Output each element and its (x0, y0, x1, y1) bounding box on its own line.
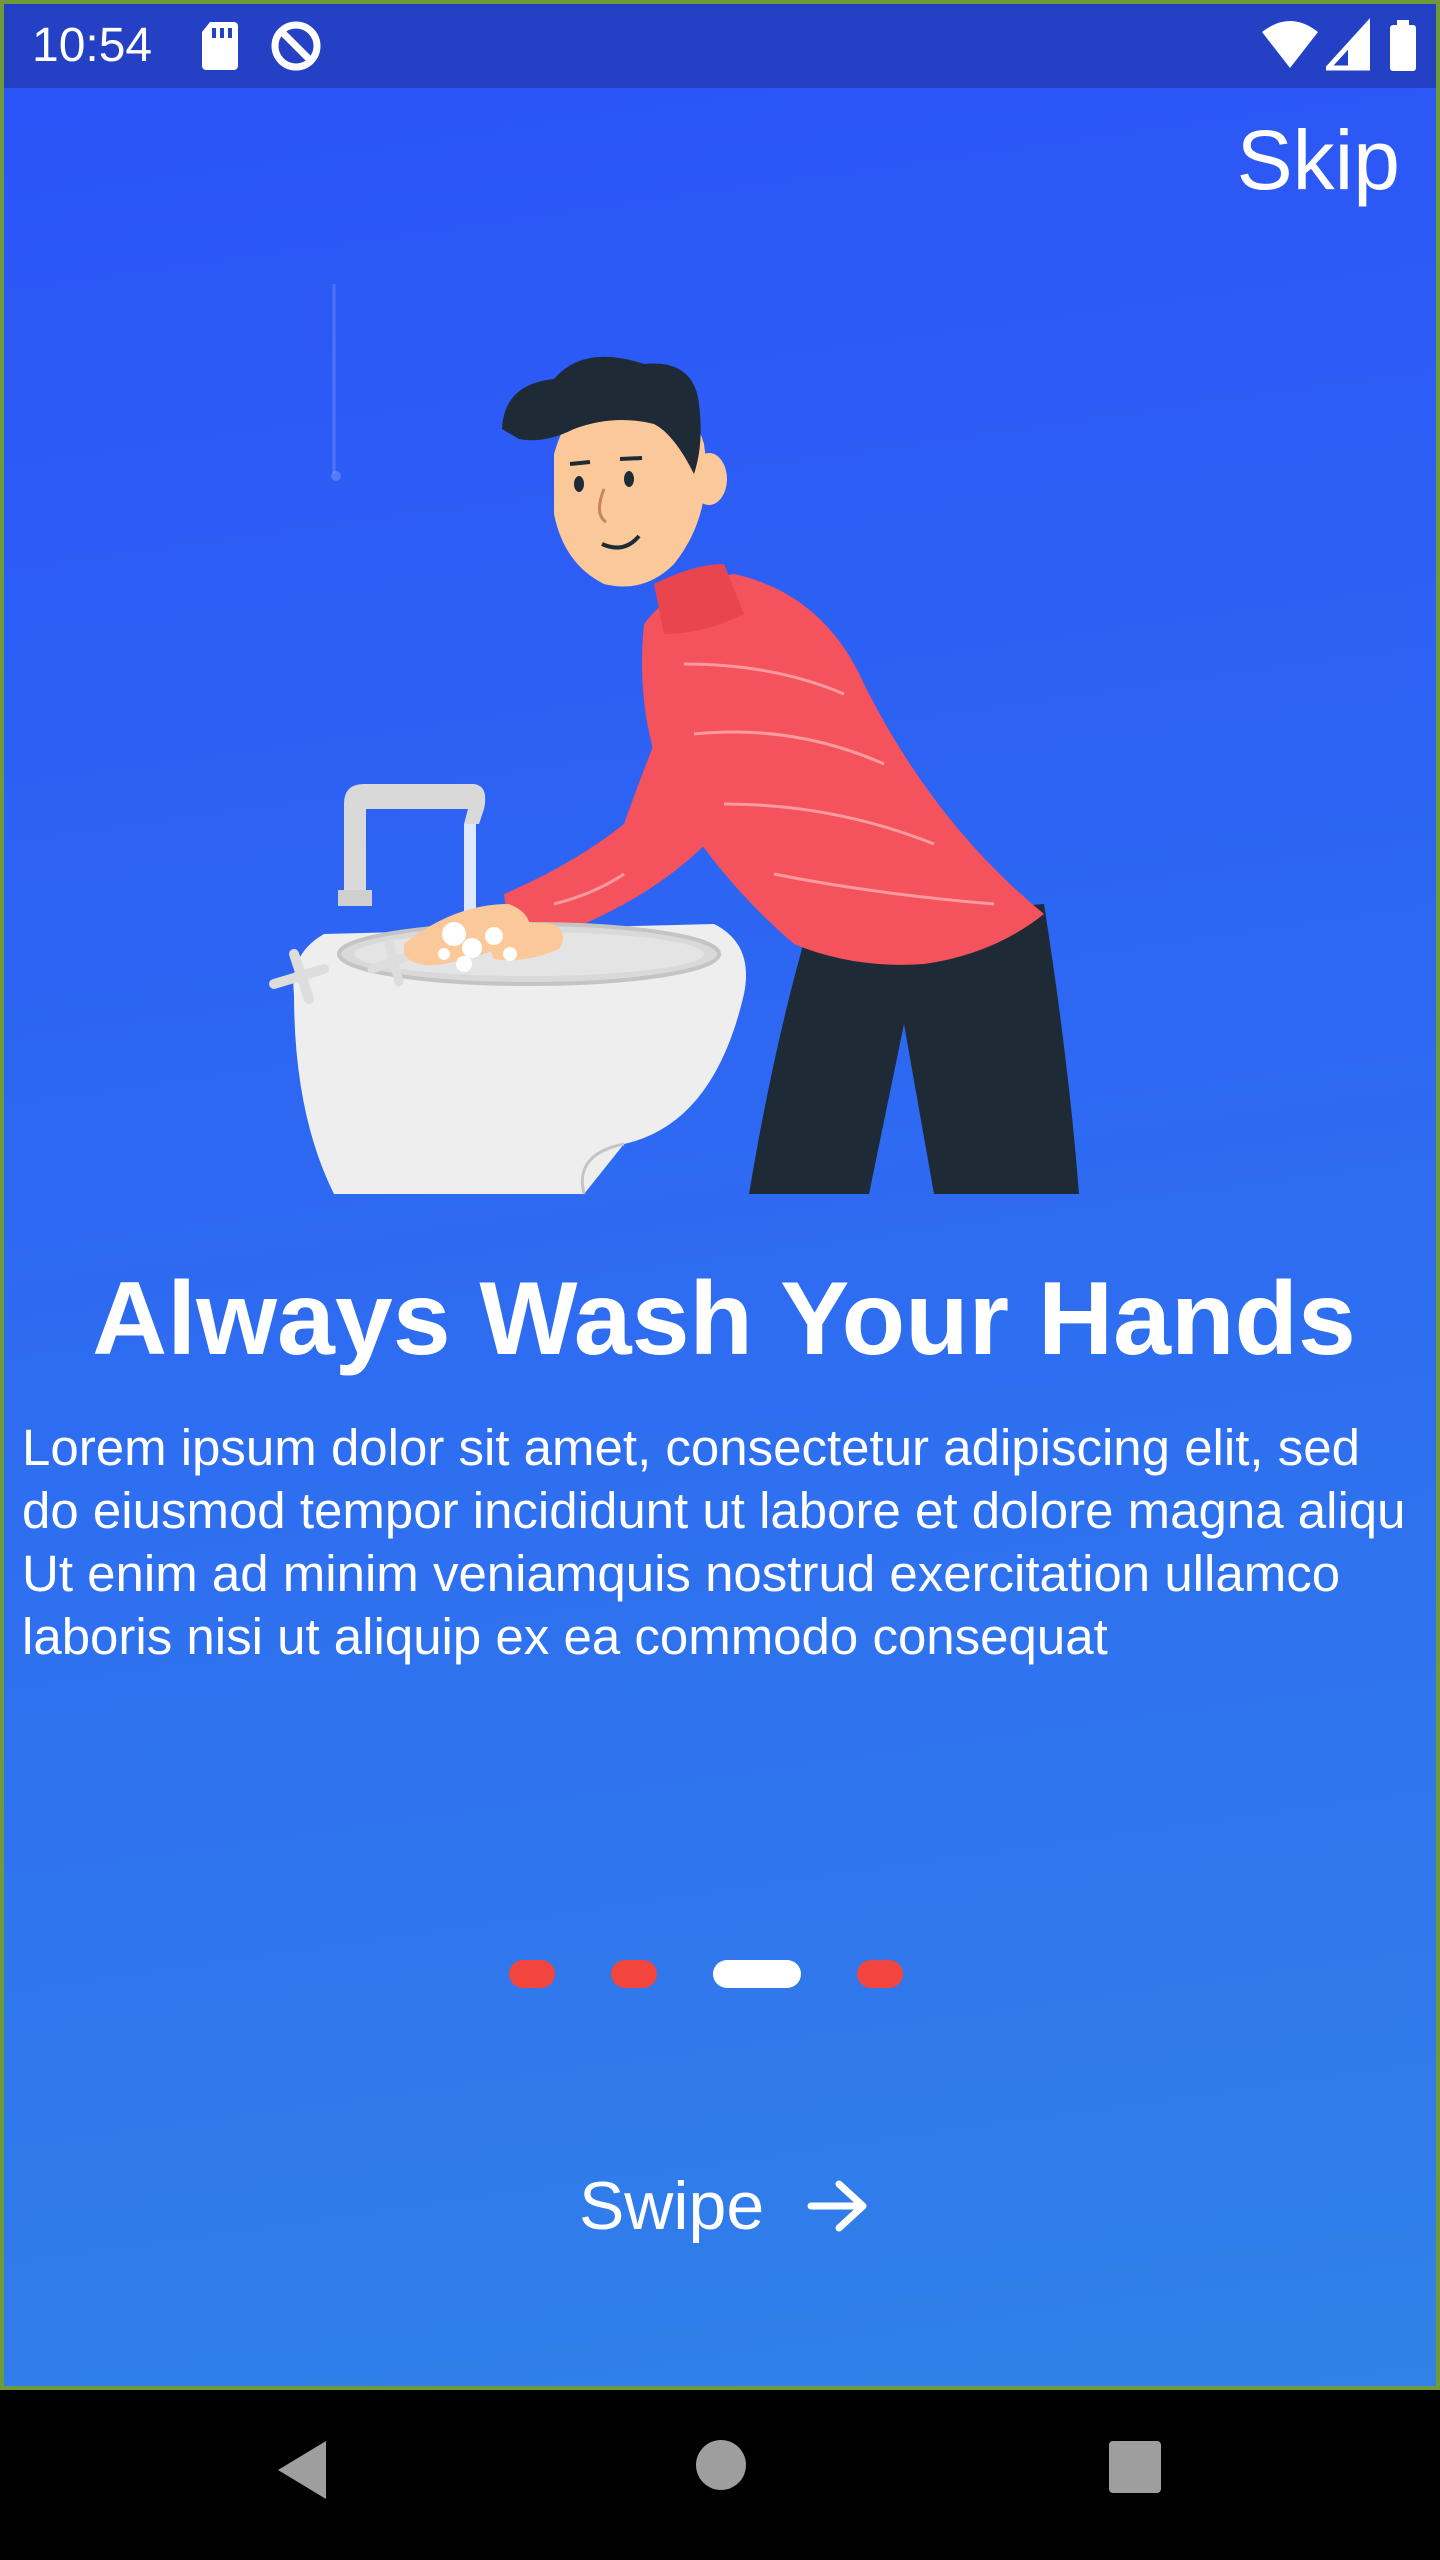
back-icon[interactable] (272, 2435, 332, 2510)
page-dot-3-active[interactable] (713, 1960, 801, 1988)
home-icon[interactable] (694, 2438, 748, 2497)
man-washing-hands-illustration (254, 264, 1104, 1224)
system-nav-bar (0, 2390, 1440, 2560)
wifi-icon (1260, 18, 1320, 79)
status-bar: 10:54 (4, 4, 1436, 88)
arrow-right-icon (807, 2169, 869, 2253)
data-saver-icon (268, 18, 324, 79)
onboarding-title: Always Wash Your Hands (92, 1261, 1356, 1377)
skip-button[interactable]: Skip (1237, 110, 1400, 210)
signal-icon (1322, 17, 1371, 79)
battery-icon (1388, 18, 1418, 79)
page-dot-4[interactable] (857, 1960, 903, 1988)
sd-card-icon (200, 18, 240, 79)
status-time: 10:54 (32, 19, 153, 72)
swipe-label: Swipe (578, 2168, 765, 2244)
page-dot-2[interactable] (611, 1960, 657, 1988)
onboarding-description: Lorem ipsum dolor sit amet, consectetur … (22, 1419, 1406, 1665)
page-dot-1[interactable] (509, 1960, 555, 1988)
page-indicator (4, 1960, 1436, 1990)
swipe-button[interactable]: Swipe (4, 2164, 1436, 2253)
onboarding-screen: 10:54 Skip Always Wash Your Hands Lorem … (0, 0, 1440, 2390)
recents-icon[interactable] (1108, 2440, 1162, 2499)
